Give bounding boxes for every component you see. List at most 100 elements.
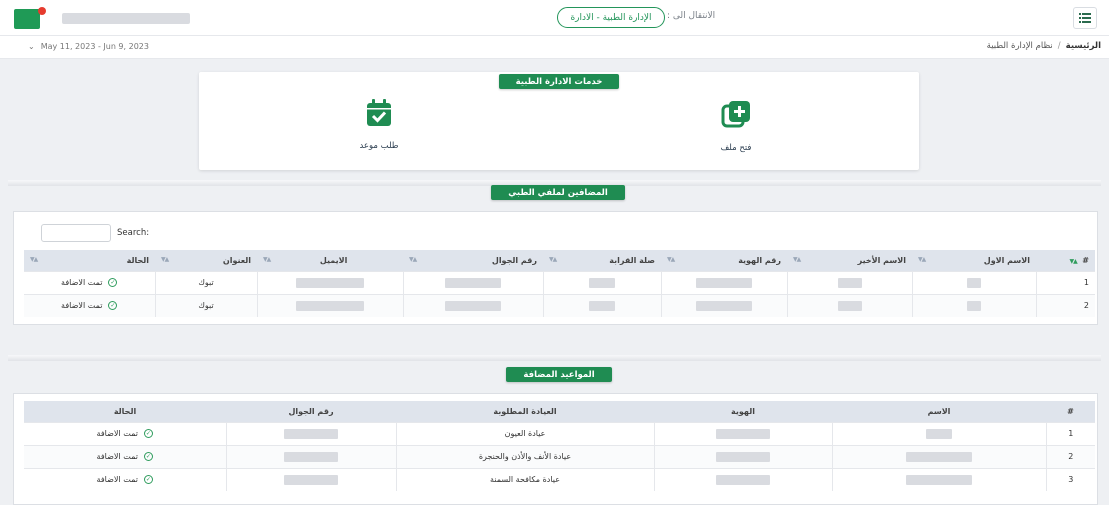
check-circle-icon: ✓ xyxy=(143,452,153,461)
col-relation-label: صلة القرابة xyxy=(609,255,655,265)
cell-status: ✓ تمت الاضافة xyxy=(24,421,226,445)
col-status-label: الحالة xyxy=(126,255,149,265)
sort-icon: ▲▼ xyxy=(263,255,271,263)
list-icon xyxy=(1079,13,1091,23)
cell-address: تبوك xyxy=(154,293,257,317)
cell-clinic: عيادة الأنف والأذن والحنجرة xyxy=(395,444,654,468)
cell-name xyxy=(831,467,1046,491)
sort-icon: ▲▼ xyxy=(409,255,417,263)
status-text: تمت الاضافة xyxy=(96,429,138,438)
col-header-clinic: العيادة المطلوبة xyxy=(396,401,654,422)
col-header-mobile: رقم الجوال xyxy=(226,401,396,422)
cell-mobile xyxy=(225,444,396,468)
book-appointment-label: طلب موعد xyxy=(359,141,399,151)
sort-icon: ▲▼ xyxy=(667,255,675,263)
cell-name xyxy=(831,421,1046,445)
col-id-label: رقم الهوية xyxy=(738,255,781,265)
book-appointment-service[interactable]: طلب موعد xyxy=(344,98,414,151)
cell-id xyxy=(653,444,832,468)
status-text: تمت الاضافة xyxy=(96,452,138,461)
add-file-icon xyxy=(721,101,750,128)
chevron-down-icon: ⌄ xyxy=(28,42,35,51)
sort-icon: ▲▼ xyxy=(918,255,926,263)
date-range-text: May 11, 2023 - Jun 9, 2023 xyxy=(40,42,149,51)
col-header-mobile[interactable]: رقم الجوال ▲▼ xyxy=(403,250,543,271)
cell-id xyxy=(653,467,832,491)
dependents-title: المضافين لملفي الطبي xyxy=(491,185,625,200)
check-circle-icon: ✓ xyxy=(143,429,153,438)
table-row: 2 تبوك ✓ تمت الاضافة xyxy=(24,293,1095,317)
sort-icon: ▲▼ xyxy=(30,255,38,263)
date-range-picker[interactable]: ⌄ May 11, 2023 - Jun 9, 2023 xyxy=(28,42,149,51)
col-header-address[interactable]: العنوان ▲▼ xyxy=(155,250,257,271)
col-header-number: # xyxy=(1046,401,1095,422)
cell-status: ✓ تمت الاضافة xyxy=(24,270,155,294)
services-title: خدمات الادارة الطبية xyxy=(499,74,619,89)
cell-number: 2 xyxy=(1035,293,1095,317)
open-file-label: فتح ملف xyxy=(720,143,752,153)
check-circle-icon: ✓ xyxy=(108,278,118,287)
cell-number: 1 xyxy=(1035,270,1095,294)
col-email-label: الايميل xyxy=(319,255,348,265)
table-header-row: # الاسم الهوية العيادة المطلوبة رقم الجو… xyxy=(24,401,1095,422)
section-divider xyxy=(8,355,1101,361)
cell-relation xyxy=(542,270,661,294)
appointments-title: المواعيد المضافة xyxy=(506,367,612,382)
dependents-table: # ▲▼ الاسم الاول ▲▼ الاسم الأخير ▲▼ رقم ال… xyxy=(24,250,1095,317)
cell-id-number xyxy=(660,293,787,317)
cell-first-name xyxy=(911,293,1036,317)
table-row: 3 عيادة مكافحة السمنة ✓ تمت الاضافة xyxy=(24,467,1095,491)
search-input[interactable] xyxy=(41,224,111,242)
col-header-name: الاسم xyxy=(832,401,1046,422)
cell-name xyxy=(831,444,1046,468)
table-row: 2 عيادة الأنف والأذن والحنجرة ✓ تمت الاضا… xyxy=(24,444,1095,468)
table-row: 1 عيادة العيون ✓ تمت الاضافة xyxy=(24,421,1095,445)
check-circle-icon: ✓ xyxy=(143,475,153,485)
cell-status: ✓ تمت الاضافة xyxy=(24,444,226,468)
menu-button[interactable] xyxy=(1073,7,1097,29)
col-first-name-label: الاسم الاول xyxy=(983,255,1030,265)
cell-mobile xyxy=(225,467,396,491)
col-address-label: العنوان xyxy=(222,255,251,265)
cell-mobile xyxy=(402,293,543,317)
table-row: 1 تبوك ✓ تمت الاضافة xyxy=(24,270,1095,294)
col-header-status[interactable]: الحالة ▲▼ xyxy=(24,250,155,271)
sort-icon: ▲▼ xyxy=(1069,257,1077,265)
cell-last-name xyxy=(786,270,912,294)
cell-status: ✓ تمت الاضافة xyxy=(24,293,155,317)
sort-icon: ▲▼ xyxy=(549,255,557,263)
col-header-id-number[interactable]: رقم الهوية ▲▼ xyxy=(661,250,787,271)
breadcrumb-home[interactable]: الرئيسية xyxy=(1066,41,1101,51)
appointments-table: # الاسم الهوية العيادة المطلوبة رقم الجو… xyxy=(24,401,1095,491)
cell-id xyxy=(653,421,832,445)
app-logo[interactable] xyxy=(14,7,48,29)
breadcrumb: الرئيسية / نظام الإدارة الطبية xyxy=(987,41,1101,51)
col-last-name-label: الاسم الأخير xyxy=(857,255,906,265)
cell-last-name xyxy=(786,293,912,317)
col-header-id: الهوية xyxy=(654,401,832,422)
col-header-relation[interactable]: صلة القرابة ▲▼ xyxy=(543,250,661,271)
col-header-first-name[interactable]: الاسم الاول ▲▼ xyxy=(912,250,1036,271)
cell-number: 3 xyxy=(1045,467,1095,491)
check-circle-icon: ✓ xyxy=(108,301,118,311)
open-file-service[interactable]: فتح ملف xyxy=(701,100,771,153)
cell-relation xyxy=(542,293,661,317)
col-header-email[interactable]: الايميل ▲▼ xyxy=(257,250,403,271)
col-header-last-name[interactable]: الاسم الأخير ▲▼ xyxy=(787,250,912,271)
goto-selector[interactable]: الإدارة الطبية - الادارة xyxy=(557,7,665,28)
breadcrumb-system[interactable]: نظام الإدارة الطبية xyxy=(987,41,1053,51)
status-text: تمت الاضافة xyxy=(96,475,138,485)
cell-number: 2 xyxy=(1045,444,1095,468)
cell-first-name xyxy=(911,270,1036,294)
cell-address: تبوك xyxy=(154,270,257,294)
status-text: تمت الاضافة xyxy=(61,278,103,287)
cell-id-number xyxy=(660,270,787,294)
table-header-row: # ▲▼ الاسم الاول ▲▼ الاسم الأخير ▲▼ رقم ال… xyxy=(24,250,1095,271)
cell-clinic: عيادة مكافحة السمنة xyxy=(395,467,654,491)
goto-label: الانتقال الى : xyxy=(667,11,716,21)
sub-bar: ⌄ May 11, 2023 - Jun 9, 2023 الرئيسية / نظا… xyxy=(0,36,1109,59)
col-header-number[interactable]: # ▲▼ xyxy=(1036,250,1095,271)
search-label: Search: xyxy=(117,228,150,238)
cell-email xyxy=(256,293,403,317)
cell-status: ✓ تمت الاضافة xyxy=(24,467,226,491)
